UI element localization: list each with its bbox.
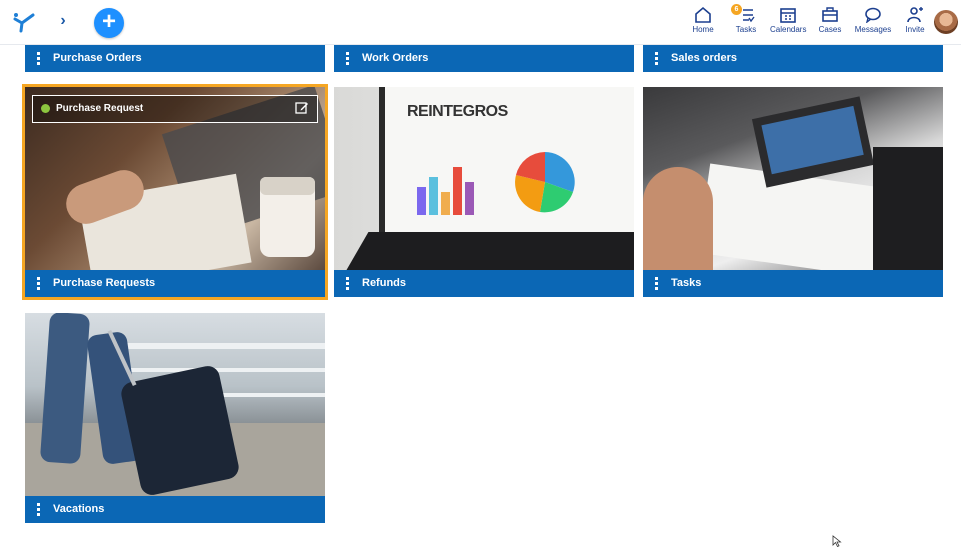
nav-invite[interactable]: Invite [904, 6, 926, 40]
chevron-right-icon[interactable]: › [56, 12, 70, 30]
card-title: Tasks [671, 277, 702, 289]
card-refunds[interactable]: REINTEGROS Refunds [334, 87, 634, 297]
nav-calendars-label: Calendars [770, 25, 807, 34]
add-button[interactable]: + [94, 8, 124, 38]
nav-calendars[interactable]: Calendars [770, 6, 806, 40]
card-menu-icon[interactable] [346, 277, 349, 290]
card-title-bar: Tasks [643, 270, 943, 297]
card-title-bar: Vacations [25, 496, 325, 523]
home-icon [695, 6, 711, 23]
message-icon [865, 7, 881, 23]
nav-tasks-label: Tasks [735, 25, 757, 34]
keyboard-shape [339, 232, 634, 270]
user-avatar[interactable] [934, 10, 958, 34]
bar-chart-graphic [417, 167, 474, 215]
card-image [25, 313, 325, 496]
nav-home-label: Home [692, 25, 714, 34]
card-menu-icon[interactable] [37, 52, 40, 65]
card-menu-icon[interactable] [346, 52, 349, 65]
card-title-bar: Sales orders [643, 45, 943, 72]
card-title-bar: Refunds [334, 270, 634, 297]
card-title: Sales orders [671, 52, 738, 64]
card-purchase-requests[interactable]: Purchase Request Purchase Requests [22, 84, 328, 300]
pie-chart-graphic [515, 152, 575, 213]
edit-icon[interactable] [295, 101, 309, 115]
card-title: Purchase Requests [53, 277, 156, 289]
card-menu-icon[interactable] [655, 52, 658, 65]
card-title: Refunds [362, 277, 406, 289]
arm-shape [643, 167, 713, 270]
screen-heading: REINTEGROS [407, 103, 508, 120]
laptop-screen-shape: REINTEGROS [379, 87, 634, 237]
nav-cases-label: Cases [818, 25, 842, 34]
laptop-shape [751, 96, 875, 188]
card-title: Purchase Orders [53, 52, 142, 64]
overlay-label[interactable]: Purchase Request [32, 95, 318, 123]
overlay-label-text: Purchase Request [56, 103, 144, 114]
nav-tasks[interactable]: 6 Tasks [731, 4, 759, 40]
person-shape [873, 147, 943, 270]
card-sales-orders[interactable]: Sales orders [643, 45, 943, 72]
add-user-icon [907, 7, 923, 23]
card-tasks[interactable]: Tasks [643, 87, 943, 297]
cup-lid-shape [260, 177, 315, 195]
card-title-bar: Purchase Requests [25, 270, 325, 297]
card-title-bar: Purchase Orders [25, 45, 325, 72]
nav-cases[interactable]: Cases [818, 6, 842, 40]
calendar-icon [780, 8, 796, 23]
card-vacations[interactable]: Vacations [25, 313, 325, 523]
briefcase-icon [822, 7, 838, 22]
card-image: REINTEGROS [334, 87, 634, 270]
card-work-orders[interactable]: Work Orders [334, 45, 634, 72]
app-logo-icon[interactable] [12, 9, 36, 33]
card-menu-icon[interactable] [37, 503, 40, 516]
nav-invite-label: Invite [905, 25, 925, 34]
card-menu-icon[interactable] [655, 277, 658, 290]
top-bar: › + Home 6 Tasks Calendars Cases Message… [0, 0, 961, 45]
mouse-cursor-icon [832, 535, 842, 547]
nav-messages-label: Messages [854, 25, 892, 34]
card-title-bar: Work Orders [334, 45, 634, 72]
card-purchase-orders[interactable]: Purchase Orders [25, 45, 325, 72]
tasks-badge: 6 [731, 4, 742, 15]
nav-messages[interactable]: Messages [854, 6, 892, 40]
card-title: Vacations [53, 503, 105, 515]
card-menu-icon[interactable] [37, 277, 40, 290]
card-image [643, 87, 943, 270]
card-image: Purchase Request [25, 87, 325, 270]
card-title: Work Orders [362, 52, 429, 64]
nav-home[interactable]: Home [690, 6, 716, 40]
status-dot [41, 104, 50, 113]
